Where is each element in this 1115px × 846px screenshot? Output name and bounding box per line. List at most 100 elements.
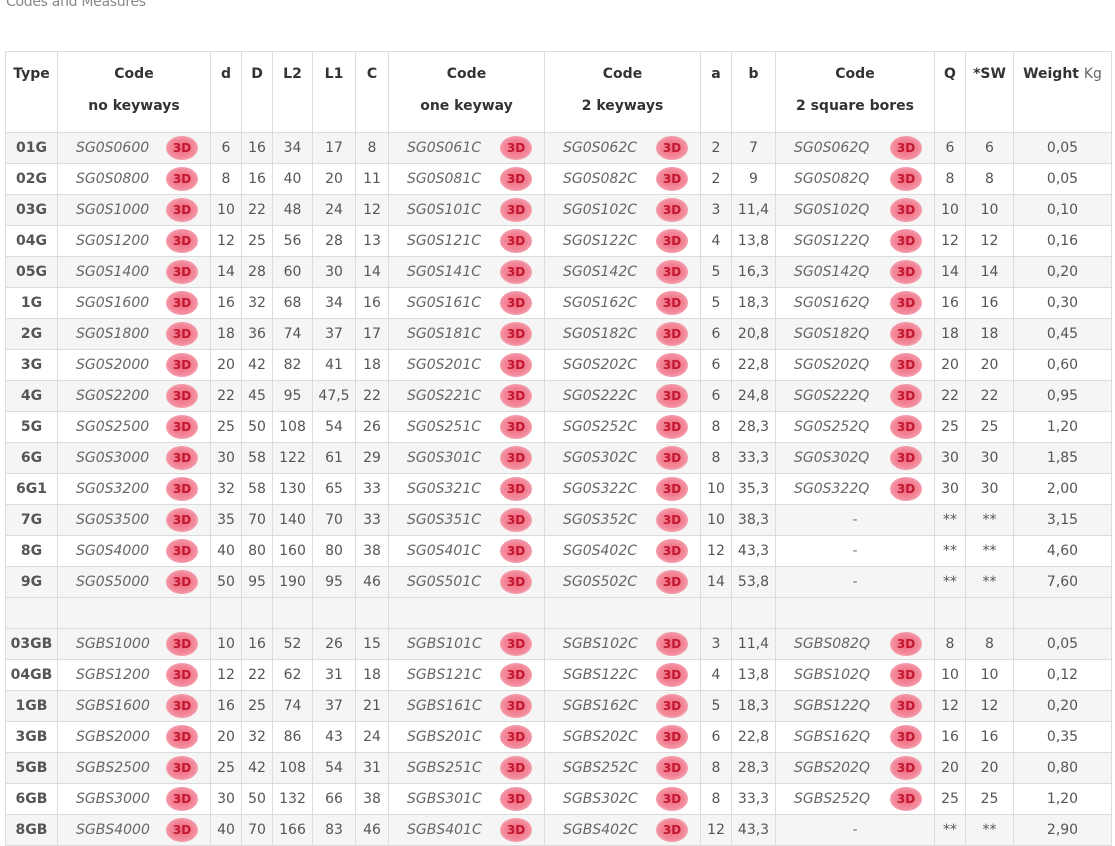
3d-model-button[interactable]: 3D — [500, 508, 532, 532]
3d-model-button[interactable]: 3D — [656, 353, 688, 377]
3d-model-button[interactable]: 3D — [500, 477, 532, 501]
3d-model-button[interactable]: 3D — [890, 477, 922, 501]
3d-model-button[interactable]: 3D — [656, 508, 688, 532]
3d-model-button[interactable]: 3D — [166, 446, 198, 470]
3d-model-button[interactable]: 3D — [890, 198, 922, 222]
3d-model-button[interactable]: 3D — [890, 415, 922, 439]
3d-model-button[interactable]: 3D — [890, 260, 922, 284]
3d-model-button[interactable]: 3D — [500, 446, 532, 470]
3d-model-button[interactable]: 3D — [656, 787, 688, 811]
3d-model-button[interactable]: 3D — [166, 787, 198, 811]
3d-model-button[interactable]: 3D — [656, 291, 688, 315]
code-cell: SG0S201C 3D — [388, 349, 545, 381]
3d-model-button[interactable]: 3D — [166, 477, 198, 501]
3d-model-button[interactable]: 3D — [500, 384, 532, 408]
3d-model-button[interactable]: 3D — [500, 632, 532, 656]
3d-model-button[interactable]: 3D — [656, 229, 688, 253]
3d-model-button[interactable]: 3D — [656, 136, 688, 160]
product-code: SG0S1400 — [76, 264, 150, 280]
3d-model-button[interactable]: 3D — [500, 260, 532, 284]
3d-model-button[interactable]: 3D — [166, 539, 198, 563]
3d-model-button[interactable]: 3D — [656, 446, 688, 470]
3d-model-button[interactable]: 3D — [500, 570, 532, 594]
code-cell: SGBS122Q 3D — [775, 690, 935, 722]
table-cell: 8 — [355, 132, 389, 164]
3d-model-button[interactable]: 3D — [166, 725, 198, 749]
3d-model-button[interactable]: 3D — [500, 167, 532, 191]
3d-model-button[interactable]: 3D — [166, 260, 198, 284]
3d-model-button[interactable]: 3D — [500, 818, 532, 842]
3d-model-button[interactable]: 3D — [166, 570, 198, 594]
3d-model-button[interactable]: 3D — [890, 694, 922, 718]
3d-model-button[interactable]: 3D — [890, 353, 922, 377]
table-cell: 22 — [241, 194, 273, 226]
table-row: 6GB SGBS3000 3D 30 50 132 66 38 SGBS301C 3D SGBS30… — [5, 783, 1112, 815]
3d-model-button[interactable]: 3D — [890, 229, 922, 253]
3d-model-button[interactable]: 3D — [166, 694, 198, 718]
3d-model-button[interactable]: 3D — [890, 663, 922, 687]
3d-model-button[interactable]: 3D — [500, 291, 532, 315]
3d-model-button[interactable]: 3D — [500, 415, 532, 439]
3d-model-button[interactable]: 3D — [500, 322, 532, 346]
3d-model-button[interactable]: 3D — [890, 632, 922, 656]
3d-model-button[interactable]: 3D — [890, 167, 922, 191]
3d-model-button[interactable]: 3D — [890, 291, 922, 315]
3d-model-button[interactable]: 3D — [656, 167, 688, 191]
table-cell: 25 — [934, 783, 966, 815]
table-cell: 32 — [210, 473, 242, 505]
3d-model-button[interactable]: 3D — [656, 663, 688, 687]
3d-model-button[interactable]: 3D — [500, 694, 532, 718]
3d-model-button[interactable]: 3D — [166, 167, 198, 191]
3d-model-button[interactable]: 3D — [166, 818, 198, 842]
table-spacer-row — [5, 597, 1112, 629]
3d-model-button[interactable]: 3D — [890, 787, 922, 811]
3d-model-button[interactable]: 3D — [656, 756, 688, 780]
3d-model-button[interactable]: 3D — [166, 663, 198, 687]
3d-model-button[interactable]: 3D — [656, 539, 688, 563]
3d-model-button[interactable]: 3D — [890, 384, 922, 408]
3d-model-button[interactable]: 3D — [500, 136, 532, 160]
3d-model-button[interactable]: 3D — [500, 229, 532, 253]
3d-model-button[interactable]: 3D — [500, 539, 532, 563]
3d-model-button[interactable]: 3D — [166, 198, 198, 222]
3d-model-button[interactable]: 3D — [656, 725, 688, 749]
3d-model-button[interactable]: 3D — [656, 260, 688, 284]
3d-model-button[interactable]: 3D — [890, 322, 922, 346]
3d-model-button[interactable]: 3D — [166, 136, 198, 160]
3d-model-button[interactable]: 3D — [166, 508, 198, 532]
3d-model-button[interactable]: 3D — [890, 136, 922, 160]
3d-model-button[interactable]: 3D — [166, 291, 198, 315]
3d-model-button[interactable]: 3D — [656, 570, 688, 594]
table-cell: 33,3 — [731, 783, 776, 815]
3d-model-button[interactable]: 3D — [500, 663, 532, 687]
3d-model-button[interactable]: 3D — [166, 632, 198, 656]
3d-model-button[interactable]: 3D — [890, 725, 922, 749]
3d-model-button[interactable]: 3D — [166, 384, 198, 408]
3d-model-button[interactable]: 3D — [166, 322, 198, 346]
table-cell: 2 — [700, 163, 732, 195]
table-cell: 15 — [355, 628, 389, 660]
3d-model-button[interactable]: 3D — [656, 384, 688, 408]
3d-model-button[interactable]: 3D — [166, 756, 198, 780]
3d-model-button[interactable]: 3D — [656, 694, 688, 718]
3d-model-button[interactable]: 3D — [500, 787, 532, 811]
3d-model-button[interactable]: 3D — [500, 725, 532, 749]
3d-model-button[interactable]: 3D — [166, 229, 198, 253]
3d-model-button[interactable]: 3D — [500, 353, 532, 377]
3d-model-button[interactable]: 3D — [656, 415, 688, 439]
3d-model-button[interactable]: 3D — [166, 353, 198, 377]
3d-model-button[interactable]: 3D — [656, 198, 688, 222]
product-code: SGBS252Q — [794, 791, 870, 807]
product-code: SG0S2200 — [76, 388, 150, 404]
3d-model-button[interactable]: 3D — [500, 756, 532, 780]
table-cell: 0,16 — [1013, 225, 1112, 257]
table-cell: 16 — [210, 690, 242, 722]
3d-model-button[interactable]: 3D — [890, 756, 922, 780]
3d-model-button[interactable]: 3D — [500, 198, 532, 222]
3d-model-button[interactable]: 3D — [166, 415, 198, 439]
3d-model-button[interactable]: 3D — [656, 322, 688, 346]
3d-model-button[interactable]: 3D — [656, 632, 688, 656]
3d-model-button[interactable]: 3D — [656, 477, 688, 501]
3d-model-button[interactable]: 3D — [890, 446, 922, 470]
3d-model-button[interactable]: 3D — [656, 818, 688, 842]
